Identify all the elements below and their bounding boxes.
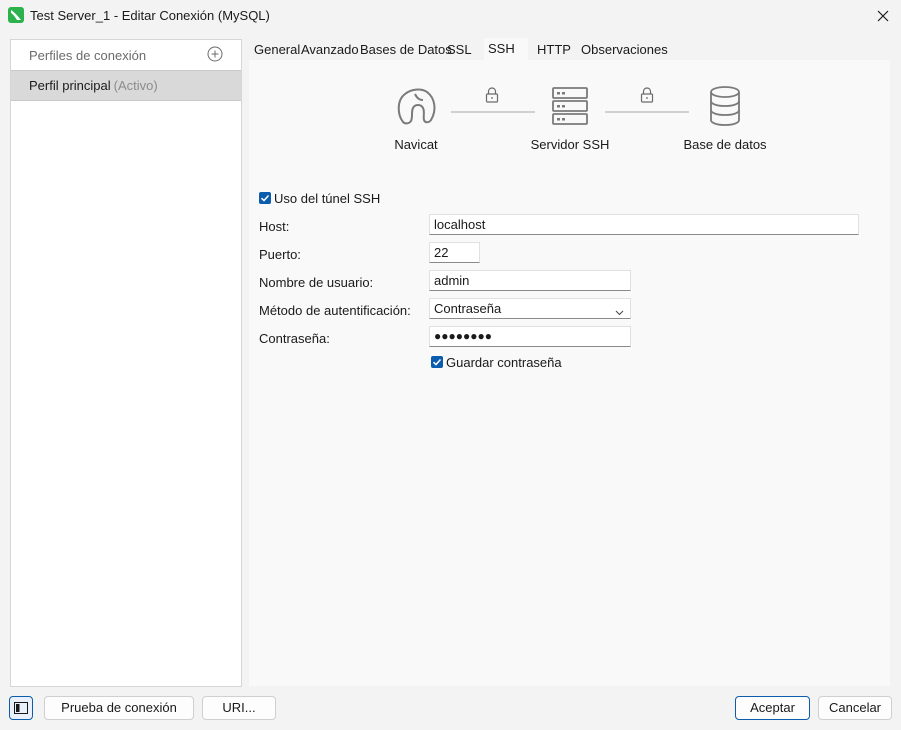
sidebar-toggle-icon[interactable] <box>9 696 33 720</box>
accept-button[interactable]: Aceptar <box>735 696 810 720</box>
window-title: Test Server_1 - Editar Conexión (MySQL) <box>30 8 270 23</box>
auth-method-value: Contraseña <box>434 301 502 316</box>
profiles-sidebar: Perfiles de conexión Perfil principal (Ac… <box>10 39 242 687</box>
host-input[interactable]: localhost <box>429 214 859 235</box>
tab-bases-de-datos[interactable]: Bases de Datos <box>356 39 456 60</box>
navicat-app-icon <box>8 7 24 23</box>
diagram-label-navicat: Navicat <box>394 137 438 152</box>
password-input[interactable]: ●●●●●●●● <box>429 326 631 347</box>
profiles-header: Perfiles de conexión <box>11 40 241 70</box>
database-icon <box>709 86 741 129</box>
add-circle-icon[interactable] <box>207 46 223 62</box>
tab-ssh[interactable]: SSH <box>484 38 528 61</box>
save-password-checkbox[interactable] <box>431 356 443 368</box>
tab-ssl[interactable]: SSL <box>443 39 476 60</box>
uri-button[interactable]: URI... <box>202 696 276 720</box>
profile-name-text: Perfil principal <box>29 78 111 93</box>
profiles-header-label: Perfiles de conexión <box>29 48 147 63</box>
auth-method-label: Método de autentificación: <box>259 303 411 318</box>
save-password-label: Guardar contraseña <box>446 355 562 370</box>
test-connection-button[interactable]: Prueba de conexión <box>44 696 194 720</box>
password-label: Contraseña: <box>259 331 330 346</box>
auth-method-select[interactable]: Contraseña <box>429 298 631 319</box>
connector-line-1 <box>451 111 535 113</box>
diagram-label-database: Base de datos <box>683 137 767 152</box>
port-label: Puerto: <box>259 247 301 262</box>
tab-avanzado[interactable]: Avanzado <box>297 39 363 60</box>
diagram-label-ssh-server: Servidor SSH <box>530 137 610 152</box>
username-input[interactable]: admin <box>429 270 631 291</box>
ssh-panel <box>249 60 890 686</box>
use-ssh-tunnel-label: Uso del túnel SSH <box>274 191 381 206</box>
close-icon[interactable] <box>871 4 895 28</box>
profile-status: (Activo) <box>113 78 158 93</box>
profile-item-main[interactable]: Perfil principal (Activo) <box>11 70 241 101</box>
port-input[interactable]: 22 <box>429 242 480 263</box>
lock-icon <box>485 87 499 106</box>
server-icon <box>552 87 588 128</box>
cancel-button[interactable]: Cancelar <box>818 696 892 720</box>
username-label: Nombre de usuario: <box>259 275 374 290</box>
tab-http[interactable]: HTTP <box>533 39 575 60</box>
navicat-logo-icon <box>395 86 437 129</box>
tab-observaciones[interactable]: Observaciones <box>577 39 672 60</box>
title-bar: Test Server_1 - Editar Conexión (MySQL) <box>0 0 901 32</box>
chevron-down-icon <box>615 304 624 319</box>
connector-line-2 <box>605 111 689 113</box>
host-label: Host: <box>259 219 290 234</box>
use-ssh-tunnel-checkbox[interactable] <box>259 192 271 204</box>
profile-name: Perfil principal (Activo) <box>29 78 158 93</box>
lock-icon <box>640 87 654 106</box>
